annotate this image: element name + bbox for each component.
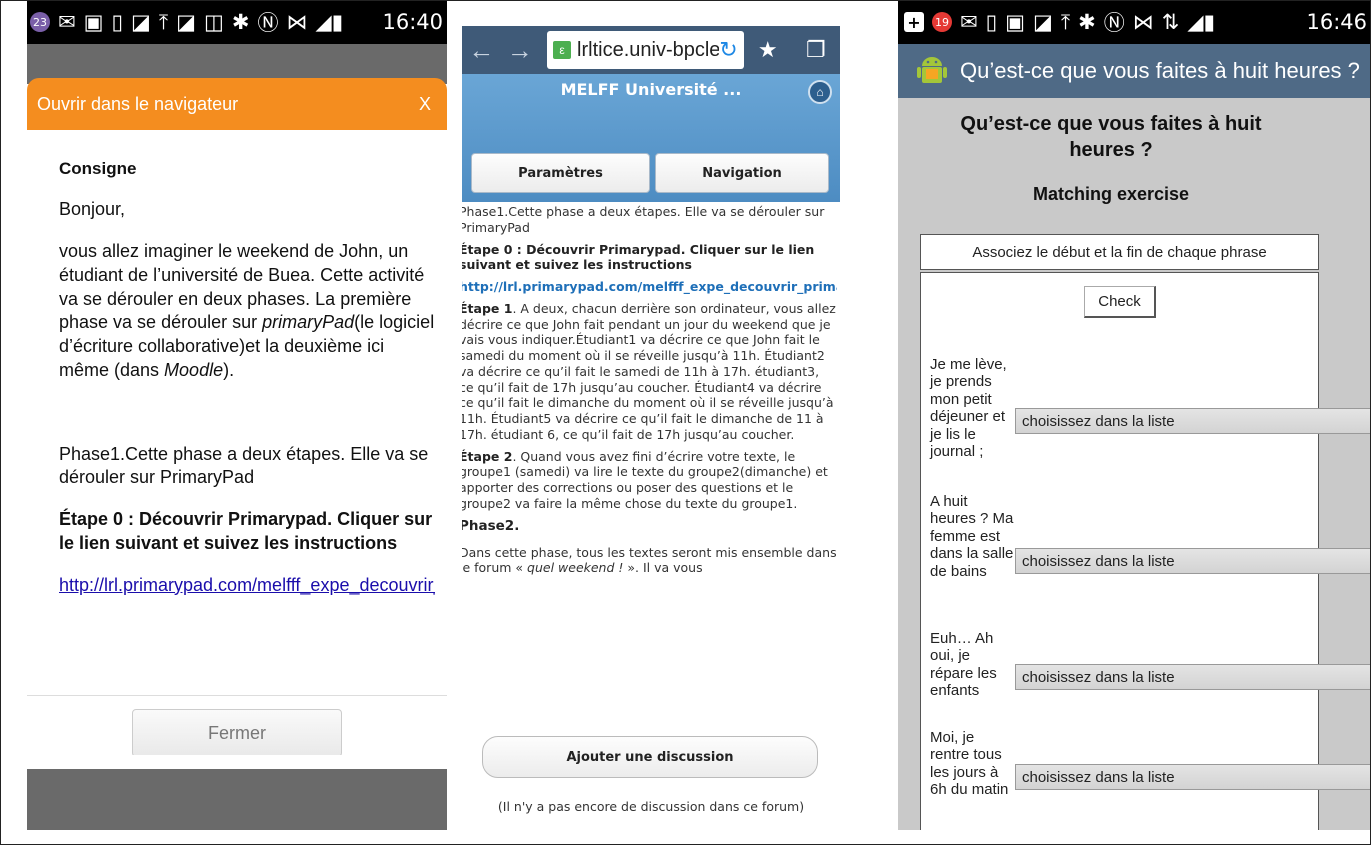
tab-navigation[interactable]: Navigation [655,153,829,193]
site-favicon-icon: ε [553,41,572,59]
phase2-heading: Phase2. [462,517,520,534]
upload-icon: ⤒ [1060,9,1071,34]
phase2-paragraph: Dans cette phase, tous les textes seront… [462,545,837,577]
answer-select[interactable]: choisissez dans la liste [1015,548,1371,574]
app-title: Qu’est-ce que vous faites à huit heures … [960,58,1360,83]
gallery-icon: ◫ [204,10,224,34]
dim-background-bottom [27,755,447,830]
app2-icon: ◪ [176,10,196,34]
clip-icon: ▯ [985,10,998,34]
etape1-paragraph: Étape 1. A deux, chacun derrière son ord… [462,301,837,443]
panel-browser: ← → ε lrltice.univ-bpclermont.fr ↻ ★ ❐ M… [462,26,840,830]
mute-icon: ⋈ [1132,10,1154,34]
dialog-body: Consigne Bonjour, vous allez imaginer le… [59,130,435,597]
row-prompt: A huit heures ? Ma femme est dans la sal… [930,493,1014,580]
dialog-title: Ouvrir dans le navigateur [37,93,239,114]
phase1-text: Phase1.Cette phase a deux étapes. Elle v… [59,443,429,488]
nfc-icon: Ⓝ [1103,11,1125,35]
clock: 16:40 [382,10,443,34]
data-icon: ⇅ [1161,10,1180,34]
phase2-emph: quel weekend ! [527,560,624,576]
row-prompt: Je me lève, je prends mon petit déjeuner… [930,356,1007,460]
app-icon: ◪ [1033,10,1053,34]
dialog-header: Ouvrir dans le navigateur X [27,78,447,130]
signal-icon: ◢▮ [315,10,344,34]
clip-icon: ▯ [111,10,124,34]
notification-count: 19 [935,15,949,29]
url-bar[interactable]: ε lrltice.univ-bpclermont.fr ↻ [547,31,744,69]
tabs-icon[interactable]: ❐ [792,37,840,63]
nfc-icon: Ⓝ [257,11,279,35]
forum-intro: Phase1.Cette phase a deux étapes. Elle v… [462,204,837,582]
notification-count-icon: 23 [30,12,50,32]
primarypad-link[interactable]: http://lrl.primarypad.com/melfff_expe_de… [59,574,435,598]
etape1-text: . A deux, chacun derrière son ordinateur… [462,300,836,442]
image-icon: ▣ [1005,10,1026,34]
bookmark-icon[interactable]: ★ [744,37,792,63]
divider [27,695,447,696]
instruction-box: Associez le début et la fin de chaque ph… [920,234,1319,270]
etape2-label: Étape 2 [462,448,513,464]
clock: 16:46 [1306,10,1367,34]
reload-icon[interactable]: ↻ [719,37,737,63]
answer-select[interactable]: choisissez dans la liste [1015,764,1371,790]
home-icon[interactable]: ⌂ [808,80,832,104]
instruction-heading: Consigne [59,159,137,178]
panel-matching: + 19 ✉ ▯ ▣ ◪ ⤒ ✱ Ⓝ ⋈ ⇅ ◢▮ 16:46 Qu’est-c… [898,0,1371,830]
greeting: Bonjour, [59,199,126,220]
intro-emph-primarypad: primaryPad [262,312,355,333]
mute-icon: ⋈ [286,10,308,34]
etape1-label: Étape 1 [462,300,513,316]
exercise-subtitle: Matching exercise [1032,184,1190,204]
tab-parametres[interactable]: Paramètres [471,153,650,193]
panel-dialog: 23 ✉ ▣ ▯ ◪ ⤒ ◪ ◫ ✱ Ⓝ ⋈ ◢▮ 16:40 Ouvrir d… [27,0,447,830]
row-prompt: Moi, je rentre tous les jours à 6h du ma… [930,729,1009,799]
add-discussion-button[interactable]: Ajouter une discussion [482,736,818,778]
mail-icon: ✉ [58,10,76,34]
answer-select[interactable]: choisissez dans la liste [1015,408,1371,434]
android-icon [917,57,947,83]
browser-toolbar: ← → ε lrltice.univ-bpclermont.fr ↻ ★ ❐ [462,26,840,74]
status-bar: + 19 ✉ ▯ ▣ ◪ ⤒ ✱ Ⓝ ⋈ ⇅ ◢▮ 16:46 [898,0,1371,44]
intro-text-c: ). [223,359,235,380]
etape2-paragraph: Étape 2. Quand vous avez fini d’écrire v… [462,449,837,512]
notification-count-icon: 19 [932,12,952,32]
bluetooth-icon: ✱ [231,10,250,34]
empty-forum-message: (Il n'y a pas encore de discussion dans … [497,799,805,814]
intro-emph-moodle: Moodle [164,359,224,380]
phase1-text: Phase1.Cette phase a deux étapes. Elle v… [462,204,825,235]
signal-icon: ◢▮ [1187,10,1216,34]
phase2-text-b: ». Il va vous [623,560,703,576]
primarypad-link[interactable]: http://lrl.primarypad.com/melfff_expe_de… [462,279,837,295]
forward-arrow-icon[interactable]: → [501,35,540,66]
notification-count: 23 [33,15,47,29]
back-arrow-icon[interactable]: ← [462,35,501,66]
answer-select[interactable]: choisissez dans la liste [1015,664,1371,690]
etape0-text: Étape 0 : Découvrir Primarypad. Cliquer … [59,509,433,553]
etape2-text: . Quand vous avez fini d’écrire votre te… [462,448,828,511]
page-title: Qu’est-ce que vous faites à huit heures … [960,113,1262,161]
app-icon: ◪ [131,10,151,34]
add-icon: + [904,12,924,32]
url-text: lrltice.univ-bpclermont.fr [577,38,720,61]
dialog-close-button[interactable]: X [419,94,431,115]
row-prompt: Euh… Ah oui, je répare les enfants [930,630,997,700]
etape0-text: Étape 0 : Découvrir Primarypad. Cliquer … [462,241,815,273]
image-icon: ▣ [83,10,104,34]
upload-icon: ⤒ [158,9,169,34]
app-bar: Qu’est-ce que vous faites à huit heures … [898,44,1371,98]
bluetooth-icon: ✱ [1078,10,1096,34]
site-title: MELFF Université ... [560,80,742,99]
mail-icon: ✉ [960,10,978,34]
intro-paragraph: vous allez imaginer le weekend de John, … [59,240,435,383]
close-button[interactable]: Fermer [132,709,342,757]
check-button[interactable]: Check [1084,286,1156,318]
status-bar: 23 ✉ ▣ ▯ ◪ ⤒ ◪ ◫ ✱ Ⓝ ⋈ ◢▮ 16:40 [27,0,447,44]
